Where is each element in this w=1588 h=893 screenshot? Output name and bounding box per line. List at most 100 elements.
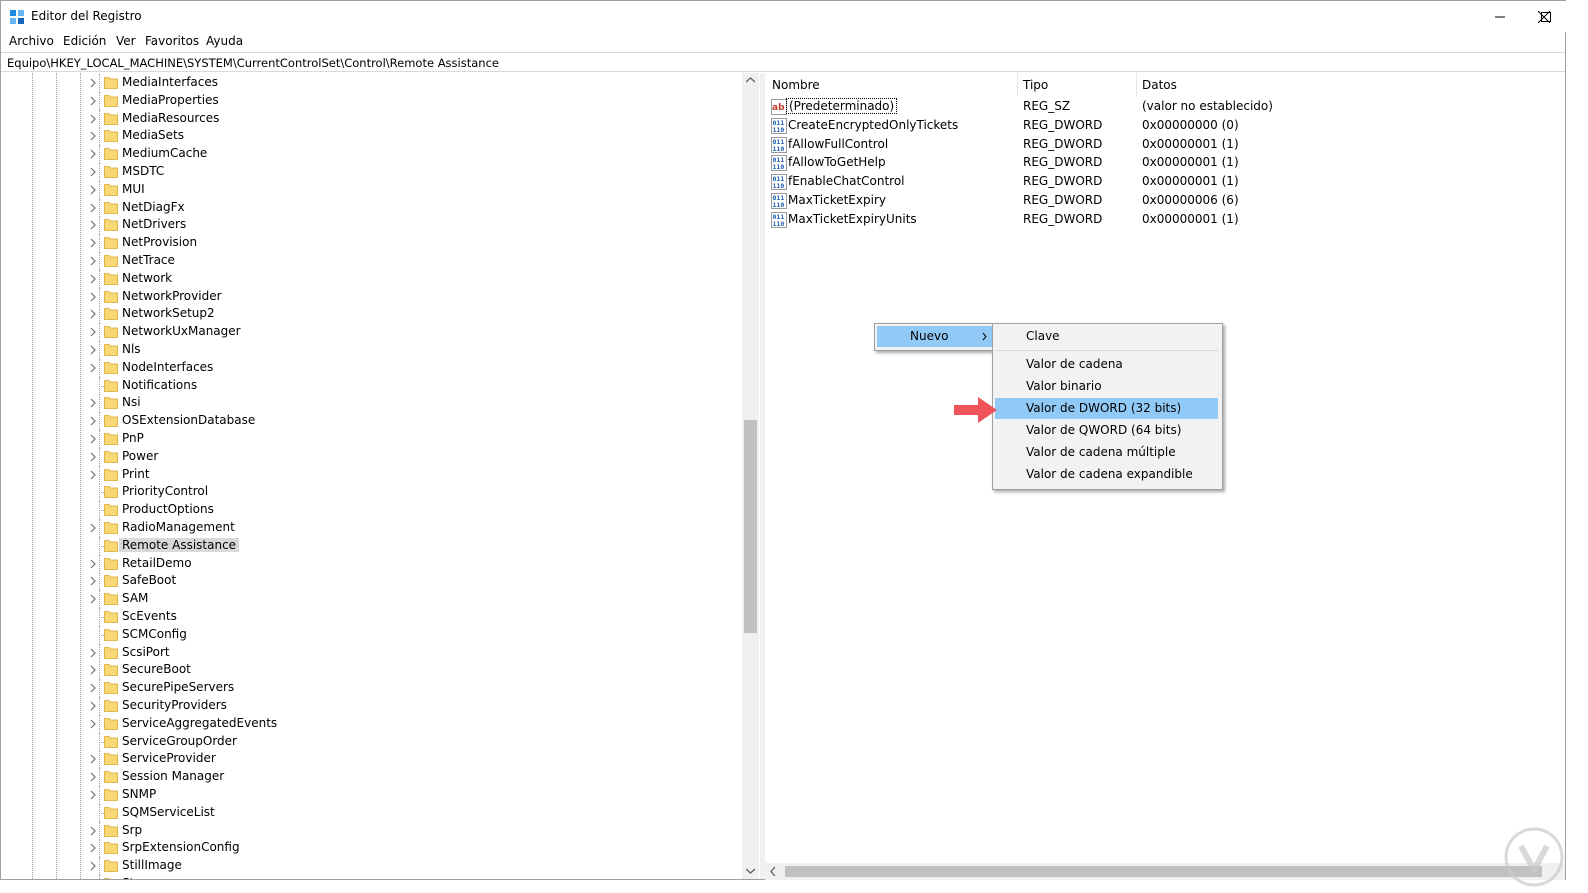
column-header-nombre[interactable]: Nombre <box>772 78 820 92</box>
chevron-right-icon[interactable] <box>88 434 98 444</box>
tree-item[interactable]: Network <box>1 269 741 288</box>
menu-archivo[interactable]: Archivo <box>9 34 54 48</box>
submenu-item[interactable]: Valor de DWORD (32 bits) <box>995 398 1218 419</box>
tree-item[interactable]: ScsiPort <box>1 643 741 662</box>
address-bar[interactable]: Equipo\HKEY_LOCAL_MACHINE\SYSTEM\Current… <box>1 52 1565 72</box>
tree-item[interactable]: ProductOptions <box>1 501 741 520</box>
tree-item[interactable]: PriorityControl <box>1 483 741 502</box>
tree-item[interactable]: RetailDemo <box>1 554 741 573</box>
tree-item[interactable]: Srp <box>1 821 741 840</box>
menu-favoritos[interactable]: Favoritos <box>145 34 199 48</box>
chevron-right-icon[interactable] <box>88 149 98 159</box>
scroll-up-icon[interactable] <box>746 77 755 83</box>
tree-item[interactable]: RadioManagement <box>1 519 741 537</box>
tree-item[interactable]: ServiceProvider <box>1 750 741 769</box>
menu-ayuda[interactable]: Ayuda <box>206 34 243 48</box>
submenu-item[interactable]: Valor de cadena múltiple <box>995 442 1218 463</box>
tree-item[interactable]: ScEvents <box>1 608 741 626</box>
tree-item[interactable]: NetDiagFx <box>1 198 741 217</box>
chevron-right-icon[interactable] <box>88 363 98 373</box>
value-row[interactable]: 011 110 MaxTicketExpiry REG_DWORD 0x00000006… <box>765 192 1555 210</box>
tree-item[interactable]: NetworkSetup2 <box>1 305 741 324</box>
chevron-right-icon[interactable] <box>88 665 98 675</box>
tree-item[interactable]: MUI <box>1 180 741 199</box>
tree-item[interactable]: SrpExtensionConfig <box>1 839 741 858</box>
chevron-right-icon[interactable] <box>88 523 98 533</box>
menu-edicion[interactable]: Edición <box>63 34 106 48</box>
tree-item[interactable]: MSDTC <box>1 163 741 181</box>
tree-item[interactable]: NetworkProvider <box>1 287 741 306</box>
tree-item[interactable]: Nls <box>1 341 741 359</box>
chevron-right-icon[interactable] <box>88 309 98 319</box>
tree-item[interactable]: PnP <box>1 430 741 448</box>
close-button-x[interactable] <box>1521 1 1567 32</box>
submenu-item[interactable]: Valor de QWORD (64 bits) <box>995 420 1218 441</box>
chevron-right-icon[interactable] <box>88 274 98 284</box>
scroll-down-icon[interactable] <box>746 868 755 874</box>
scroll-left-icon[interactable] <box>770 867 776 876</box>
tree-item[interactable]: Nsi <box>1 394 741 413</box>
submenu-item[interactable]: Valor de cadena expandible <box>995 464 1218 485</box>
tree-item[interactable]: Power <box>1 447 741 466</box>
tree-item[interactable]: MediaProperties <box>1 91 741 110</box>
title-bar[interactable]: Editor del Registro <box>1 1 1567 32</box>
tree-item[interactable]: St <box>1 875 741 879</box>
tree-item[interactable]: SCMConfig <box>1 625 741 644</box>
tree-item[interactable]: MediaResources <box>1 109 741 128</box>
column-separator[interactable] <box>1136 73 1137 96</box>
tree-vertical-scrollbar[interactable] <box>742 73 759 879</box>
scrollbar-thumb[interactable] <box>744 420 757 633</box>
chevron-right-icon[interactable] <box>88 559 98 569</box>
tree-item[interactable]: Session Manager <box>1 768 741 787</box>
chevron-right-icon[interactable] <box>88 220 98 230</box>
value-row[interactable]: 011 110 fAllowToGetHelp REG_DWORD 0x00000001… <box>765 154 1555 172</box>
tree-item[interactable]: SAM <box>1 590 741 609</box>
chevron-right-icon[interactable] <box>88 416 98 426</box>
chevron-right-icon[interactable] <box>88 78 98 88</box>
submenu-item[interactable]: Valor de cadena <box>995 354 1218 375</box>
column-header-tipo[interactable]: Tipo <box>1023 78 1048 92</box>
tree-item[interactable]: ServiceGroupOrder <box>1 732 741 751</box>
tree-item[interactable]: SNMP <box>1 786 741 804</box>
tree-item[interactable]: SecurityProviders <box>1 697 741 715</box>
list-horizontal-scrollbar[interactable] <box>765 863 1565 880</box>
chevron-right-icon[interactable] <box>88 594 98 604</box>
chevron-right-icon[interactable] <box>88 683 98 693</box>
tree-item[interactable]: ServiceAggregatedEvents <box>1 714 741 733</box>
key-tree[interactable]: MediaInterfaces MediaProperties MediaResou… <box>1 73 759 879</box>
chevron-right-icon[interactable] <box>88 452 98 462</box>
chevron-right-icon[interactable] <box>88 96 98 106</box>
tree-item[interactable]: OSExtensionDatabase <box>1 412 741 431</box>
value-row[interactable]: 011 110 fEnableChatControl REG_DWORD 0x00000… <box>765 173 1555 191</box>
tree-item[interactable]: SecureBoot <box>1 661 741 680</box>
chevron-right-icon[interactable] <box>88 185 98 195</box>
tree-item[interactable]: NetDrivers <box>1 216 741 235</box>
chevron-right-icon[interactable] <box>88 292 98 302</box>
tree-item[interactable]: Print <box>1 465 741 484</box>
value-row[interactable]: ab (Predeterminado) REG_SZ (valor no establ… <box>765 98 1555 116</box>
chevron-right-icon[interactable] <box>88 238 98 248</box>
chevron-right-icon[interactable] <box>88 470 98 480</box>
chevron-right-icon[interactable] <box>88 256 98 266</box>
tree-item[interactable]: Notifications <box>1 376 741 395</box>
chevron-right-icon[interactable] <box>88 131 98 141</box>
tree-item[interactable]: SecurePipeServers <box>1 679 741 698</box>
tree-item[interactable]: SafeBoot <box>1 572 741 591</box>
submenu-item[interactable]: Clave <box>995 326 1218 347</box>
chevron-right-icon[interactable] <box>88 576 98 586</box>
chevron-right-icon[interactable] <box>88 203 98 213</box>
tree-item[interactable]: NetTrace <box>1 252 741 270</box>
value-row[interactable]: 011 110 MaxTicketExpiryUnits REG_DWORD 0x000… <box>765 211 1555 229</box>
chevron-right-icon[interactable] <box>88 826 98 836</box>
submenu-item[interactable]: Valor binario <box>995 376 1218 397</box>
value-row[interactable]: 011 110 fAllowFullControl REG_DWORD 0x000000… <box>765 136 1555 154</box>
chevron-right-icon[interactable] <box>88 719 98 729</box>
chevron-right-icon[interactable] <box>88 861 98 871</box>
chevron-right-icon[interactable] <box>88 772 98 782</box>
chevron-right-icon[interactable] <box>88 754 98 764</box>
column-header-datos[interactable]: Datos <box>1142 78 1177 92</box>
chevron-right-icon[interactable] <box>88 790 98 800</box>
chevron-right-icon[interactable] <box>88 167 98 177</box>
address-path[interactable]: Equipo\HKEY_LOCAL_MACHINE\SYSTEM\Current… <box>7 56 499 70</box>
tree-item[interactable]: NetworkUxManager <box>1 323 741 342</box>
